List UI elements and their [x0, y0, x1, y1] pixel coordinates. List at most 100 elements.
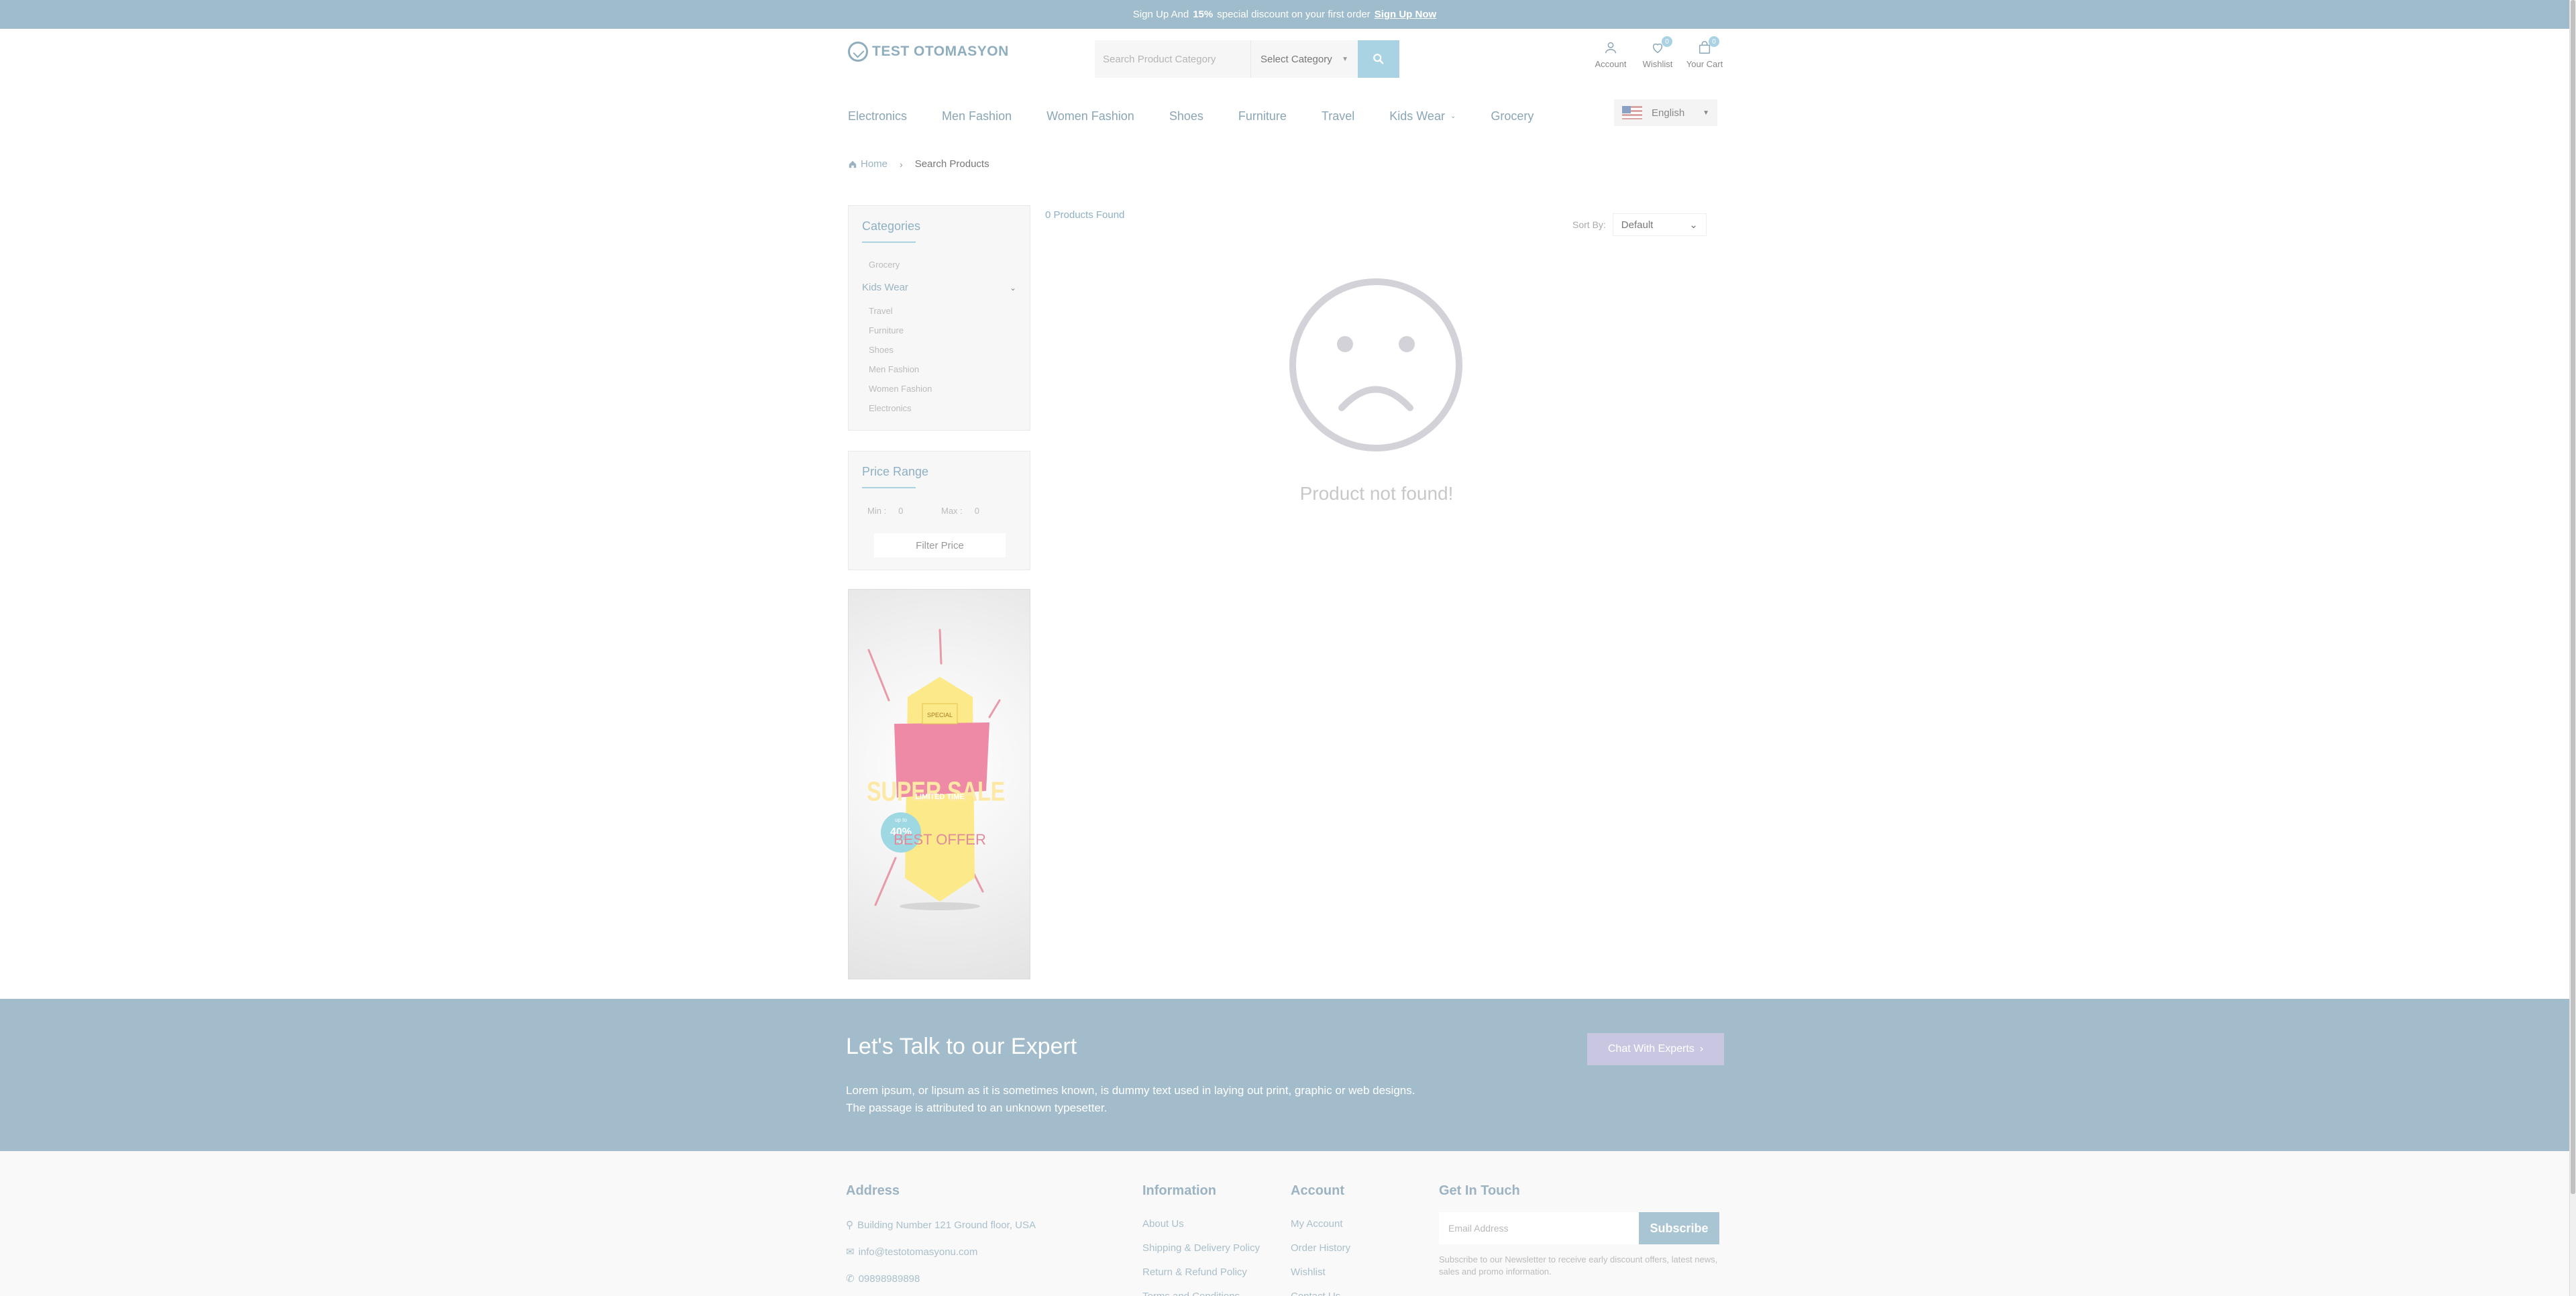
- super-sale-banner[interactable]: SPECIAL SUPER SALE LIMITED TIME up to 40…: [848, 589, 1030, 979]
- footer-link-wishlist[interactable]: Wishlist: [1291, 1260, 1350, 1285]
- footer-phone[interactable]: ✆ 09898989898: [846, 1266, 1036, 1293]
- wishlist-link[interactable]: 0 Wishlist: [1641, 36, 1674, 69]
- footer-account-title: Account: [1291, 1183, 1344, 1198]
- price-inputs: Min : 0 Max : 0: [867, 506, 1030, 516]
- category-item-furniture[interactable]: Furniture: [849, 321, 1030, 340]
- nav-item-kids-wear-label: Kids Wear: [1389, 109, 1445, 123]
- breadcrumb-home[interactable]: Home: [848, 158, 888, 170]
- logo-mark-icon: [848, 42, 868, 62]
- scrollbar-thumb[interactable]: [2571, 0, 2575, 1194]
- category-item-grocery[interactable]: Grocery: [849, 255, 1030, 274]
- chevron-right-icon: ›: [900, 158, 903, 170]
- footer-link-shipping[interactable]: Shipping & Delivery Policy: [1142, 1236, 1260, 1260]
- sort-control: Sort By: Default ⌄: [1572, 213, 1707, 236]
- category-select-value: Select Category: [1260, 53, 1332, 65]
- expert-banner: Let's Talk to our Expert Lorem ipsum, or…: [0, 999, 2569, 1151]
- category-item-kids-wear[interactable]: Kids Wear ⌄: [849, 274, 1030, 301]
- footer-information-title: Information: [1142, 1183, 1216, 1198]
- price-range-title: Price Range: [862, 465, 929, 478]
- max-price-field[interactable]: Max : 0: [941, 506, 1015, 516]
- chat-with-experts-button[interactable]: Chat With Experts ›: [1587, 1033, 1724, 1065]
- filter-price-button[interactable]: Filter Price: [874, 533, 1006, 557]
- us-flag-icon: [1622, 106, 1642, 119]
- sale-illustration: SPECIAL SUPER SALE LIMITED TIME up to 40…: [867, 629, 1005, 910]
- home-icon: [849, 160, 857, 168]
- empty-state-message: Product not found!: [1299, 483, 1454, 504]
- nav-item-women-fashion[interactable]: Women Fashion: [1046, 109, 1134, 123]
- search-input[interactable]: [1095, 40, 1250, 78]
- category-select[interactable]: Select Category ▼: [1250, 40, 1358, 78]
- ad-offer: BEST OFFER: [894, 831, 986, 848]
- products-found-count: 0 Products Found: [1045, 209, 1125, 221]
- footer-link-contact[interactable]: Contact Us: [1291, 1285, 1350, 1296]
- phone-icon: ✆: [846, 1273, 855, 1285]
- breadcrumb-current: Search Products: [914, 158, 989, 170]
- footer-touch-title: Get In Touch: [1439, 1183, 1520, 1198]
- categories-panel: Categories Grocery Kids Wear ⌄ Travel Fu…: [848, 205, 1030, 431]
- sad-face-icon: [1289, 278, 1462, 451]
- min-price-value: 0: [898, 506, 904, 516]
- nav-item-men-fashion[interactable]: Men Fashion: [942, 109, 1012, 123]
- page-scrollbar[interactable]: [2569, 0, 2576, 1296]
- footer-link-terms[interactable]: Terms and Conditions: [1142, 1285, 1260, 1296]
- nav-item-furniture[interactable]: Furniture: [1238, 109, 1287, 123]
- ad-discount-prefix: up to: [895, 817, 907, 823]
- wishlist-count-badge: 0: [1662, 36, 1672, 47]
- site-logo[interactable]: TEST OTOMASYON: [848, 42, 1009, 62]
- price-range-panel: Price Range Min : 0 Max : 0 Filter Price: [848, 451, 1030, 570]
- newsletter-form: Subscribe: [1439, 1212, 1721, 1244]
- footer-account-column: Account My Account Order History Wishlis…: [1291, 1183, 1350, 1296]
- newsletter-email-input[interactable]: [1439, 1212, 1639, 1244]
- category-item-men-fashion[interactable]: Men Fashion: [849, 360, 1030, 379]
- category-item-electronics[interactable]: Electronics: [849, 398, 1030, 418]
- cart-link[interactable]: 0 Your Cart: [1686, 36, 1723, 69]
- language-value: English: [1652, 107, 1685, 119]
- footer-phone-text: 09898989898: [858, 1273, 920, 1285]
- logo-text: TEST OTOMASYON: [872, 44, 1009, 59]
- nav-item-grocery[interactable]: Grocery: [1491, 109, 1534, 123]
- ad-badge-text: SPECIAL: [927, 712, 953, 718]
- min-price-field[interactable]: Min : 0: [867, 506, 941, 516]
- main-nav: Electronics Men Fashion Women Fashion Sh…: [848, 99, 1568, 133]
- footer-email[interactable]: ✉ info@testotomasyonu.com: [846, 1239, 1036, 1266]
- newsletter-note: Subscribe to our Newsletter to receive e…: [1439, 1254, 1718, 1277]
- envelope-icon: ✉: [846, 1246, 855, 1258]
- footer-link-order-history[interactable]: Order History: [1291, 1236, 1350, 1260]
- footer-link-about[interactable]: About Us: [1142, 1212, 1260, 1236]
- account-link[interactable]: Account: [1594, 40, 1627, 69]
- caret-down-icon: ▼: [1342, 55, 1348, 63]
- category-item-travel[interactable]: Travel: [849, 301, 1030, 321]
- chevron-down-icon: ⌄: [1450, 112, 1456, 120]
- title-underline: [862, 241, 916, 243]
- sort-value: Default: [1621, 219, 1654, 231]
- announcement-highlight: 15%: [1193, 9, 1214, 20]
- breadcrumb: Home › Search Products: [848, 158, 989, 170]
- announcement-prefix: Sign Up And: [1132, 9, 1189, 20]
- footer-link-my-account[interactable]: My Account: [1291, 1212, 1350, 1236]
- category-item-shoes[interactable]: Shoes: [849, 340, 1030, 360]
- chevron-down-icon: ⌄: [1689, 219, 1698, 231]
- footer-address-text: Building Number 121 Ground floor, USA: [857, 1220, 1036, 1231]
- header-actions: Account 0 Wishlist 0 Your Cart: [1594, 36, 1723, 69]
- ad-headline: SUPER SALE: [867, 776, 1005, 806]
- cart-count-badge: 0: [1709, 36, 1719, 47]
- category-list: Grocery Kids Wear ⌄ Travel Furniture Sho…: [849, 255, 1030, 418]
- language-select[interactable]: English ▼: [1614, 99, 1717, 126]
- category-parent-label: Kids Wear: [862, 282, 908, 293]
- nav-item-kids-wear[interactable]: Kids Wear ⌄: [1389, 109, 1456, 123]
- signup-link[interactable]: Sign Up Now: [1375, 9, 1437, 20]
- sort-select[interactable]: Default ⌄: [1612, 213, 1707, 236]
- category-item-women-fashion[interactable]: Women Fashion: [849, 379, 1030, 398]
- user-icon: [1605, 42, 1617, 54]
- nav-item-travel[interactable]: Travel: [1322, 109, 1354, 123]
- search-button[interactable]: [1358, 40, 1399, 78]
- footer-email-text: info@testotomasyonu.com: [858, 1246, 978, 1258]
- breadcrumb-home-label: Home: [861, 158, 888, 170]
- nav-item-electronics[interactable]: Electronics: [848, 109, 907, 123]
- cart-label: Your Cart: [1686, 59, 1723, 69]
- footer-link-returns[interactable]: Return & Refund Policy: [1142, 1260, 1260, 1285]
- nav-item-shoes[interactable]: Shoes: [1169, 109, 1203, 123]
- subscribe-button[interactable]: Subscribe: [1639, 1212, 1719, 1244]
- footer-address-column: Address ⚲ Building Number 121 Ground flo…: [846, 1183, 1036, 1293]
- title-underline: [862, 487, 916, 488]
